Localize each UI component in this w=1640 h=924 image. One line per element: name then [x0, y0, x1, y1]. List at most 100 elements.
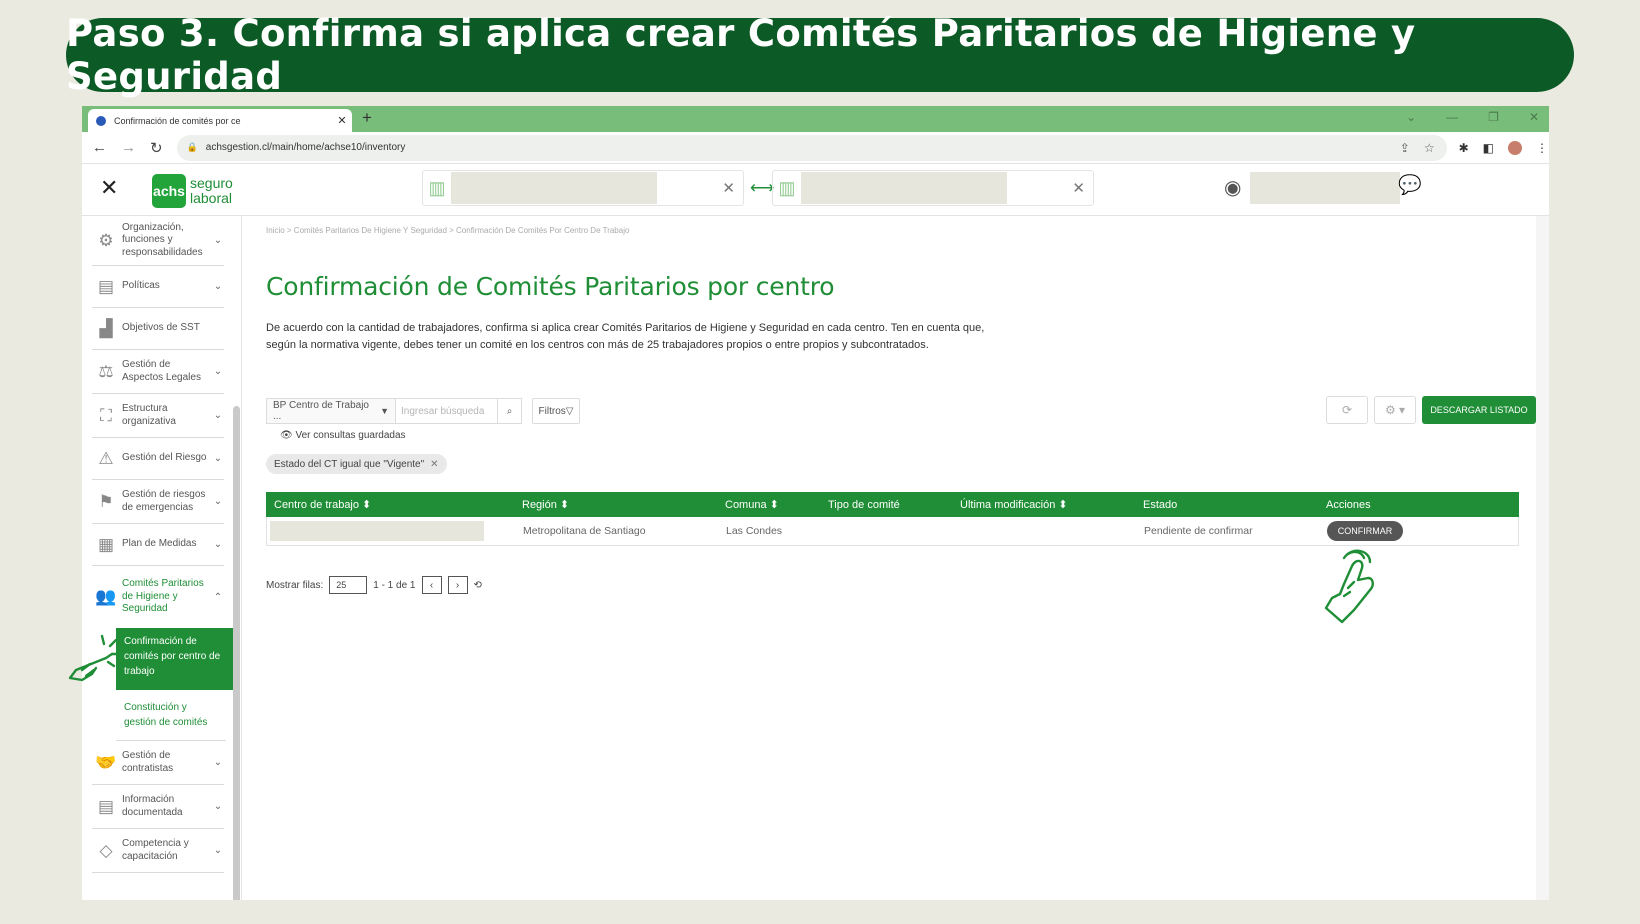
reset-icon[interactable]: ⟲	[474, 580, 482, 591]
workcenter-selector[interactable]: ▥ ✕	[772, 170, 1094, 206]
sidebar-item-plan-medidas[interactable]: ▦ Plan de Medidas ⌄	[92, 524, 224, 566]
user-icon[interactable]: ◉	[1224, 175, 1241, 200]
sidebar: ⚙ Organización, funciones y responsabili…	[82, 216, 242, 900]
logo-line1: seguro	[190, 175, 233, 191]
search-icon[interactable]: ⌕	[498, 398, 522, 424]
tab-title: Confirmación de comités por ce	[114, 115, 241, 126]
sidebar-subitem-confirmacion[interactable]: Confirmación de comités por centro de tr…	[116, 628, 236, 690]
company-value-redacted	[451, 172, 657, 204]
scale-icon: ⚖	[98, 361, 114, 381]
sidebar-item-politicas[interactable]: ▤ Políticas ⌄	[92, 266, 224, 308]
menu-kebab-icon[interactable]: ⋮	[1536, 141, 1548, 155]
url-field[interactable]: 🔒 achsgestion.cl/main/home/achse10/inven…	[176, 134, 1447, 161]
share-icon[interactable]: ⇪	[1400, 141, 1410, 155]
saved-queries-label: Ver consultas guardadas	[295, 430, 406, 441]
sidepanel-icon[interactable]: ◧	[1483, 141, 1494, 155]
browser-tab[interactable]: Confirmación de comités por ce ✕	[88, 109, 352, 132]
bookmark-star-icon[interactable]: ☆	[1424, 141, 1435, 155]
logo-badge: achs	[152, 174, 186, 208]
achs-logo[interactable]: achs seguro laboral	[152, 174, 233, 208]
sidebar-item-label: Políticas	[122, 280, 160, 292]
sidebar-item-estructura[interactable]: ⛶ Estructura organizativa ⌄	[92, 394, 224, 438]
back-icon[interactable]: ←	[92, 139, 107, 157]
field-select[interactable]: BP Centro de Trabajo ... ▼	[266, 398, 396, 424]
sidebar-subitem-constitucion[interactable]: Constitución y gestión de comités	[116, 690, 226, 741]
clear-workcenter-icon[interactable]: ✕	[1072, 179, 1085, 197]
sidebar-item-emergencias[interactable]: ⚑ Gestión de riesgos de emergencias ⌄	[92, 480, 224, 524]
field-select-value: BP Centro de Trabajo ...	[273, 400, 369, 422]
refresh-icon: ⟳	[1341, 403, 1353, 417]
col-centro[interactable]: Centro de trabajo ⬍	[274, 492, 371, 517]
rows-per-page-input[interactable]: 25	[329, 576, 368, 594]
browser-window: Confirmación de comités por ce ✕ + ⌄ — ❐…	[82, 106, 1549, 900]
sidebar-item-label: Plan de Medidas	[122, 538, 197, 550]
sidebar-item-label: Competencia y capacitación	[122, 838, 189, 862]
filters-button[interactable]: Filtros ▽	[532, 398, 580, 424]
refresh-button[interactable]: ⟳	[1326, 396, 1368, 424]
sidebar-item-organizacion[interactable]: ⚙ Organización, funciones y responsabili…	[92, 216, 224, 266]
col-ultima[interactable]: Última modificación ⬍	[960, 492, 1068, 517]
close-window-icon[interactable]: ✕	[1529, 110, 1539, 124]
table-actions: ⟳ ⚙ ▾ DESCARGAR LISTADO	[1326, 396, 1536, 424]
forward-icon[interactable]: →	[121, 139, 136, 157]
settings-dropdown[interactable]: ⚙ ▾	[1374, 396, 1416, 424]
close-tab-icon[interactable]: ✕	[332, 114, 352, 127]
chevron-down-icon: ⌄	[213, 235, 223, 246]
cell-region: Metropolitana de Santiago	[523, 525, 646, 537]
sidebar-item-objetivos[interactable]: ▟ Objetivos de SST	[92, 308, 224, 350]
table-header: Centro de trabajo ⬍ Región ⬍ Comuna ⬍ Ti…	[266, 492, 1519, 517]
filter-chip-label: Estado del CT igual que "Vigente"	[274, 458, 425, 470]
prev-page-button[interactable]: ‹	[421, 576, 442, 594]
company-selector[interactable]: ▥ ✕	[422, 170, 744, 206]
restore-icon[interactable]: ❐	[1488, 110, 1499, 124]
sidebar-item-competencia[interactable]: ◇ Competencia y capacitación ⌄	[92, 829, 224, 873]
sidebar-item-contratistas[interactable]: 🤝 Gestión de contratistas ⌄	[92, 741, 224, 785]
clear-company-icon[interactable]: ✕	[722, 179, 735, 197]
swap-icon[interactable]: ⟷	[750, 178, 774, 198]
page-description: De acuerdo con la cantidad de trabajador…	[266, 322, 985, 351]
structure-icon: ⛶	[100, 405, 112, 425]
col-comuna[interactable]: Comuna ⬍	[725, 492, 779, 517]
building-icon: ▥	[778, 177, 796, 198]
extensions-icon[interactable]: ✱	[1459, 141, 1469, 155]
close-menu-icon[interactable]: ✕	[100, 175, 118, 201]
sidebar-item-aspectos-legales[interactable]: ⚖ Gestión de Aspectos Legales ⌄	[92, 350, 224, 394]
warning-icon: ⚠	[98, 448, 114, 468]
confirm-button[interactable]: CONFIRMAR	[1327, 521, 1403, 541]
sidebar-item-label: Gestión del Riesgo	[122, 452, 207, 464]
chart-icon: ▟	[99, 318, 113, 338]
sidebar-item-riesgo[interactable]: ⚠ Gestión del Riesgo ⌄	[92, 438, 224, 480]
sidebar-item-comites[interactable]: 👥 Comités Paritarios de Higiene y Seguri…	[92, 566, 224, 628]
banner-title: Paso 3. Confirma si aplica crear Comités…	[66, 12, 1574, 98]
lock-icon: 🔒	[186, 142, 198, 152]
sidebar-item-informacion[interactable]: ▤ Información documentada ⌄	[92, 785, 224, 829]
profile-avatar[interactable]	[1507, 140, 1522, 155]
tab-bar: Confirmación de comités por ce ✕ + ⌄ — ❐…	[82, 106, 1549, 132]
building-icon: ▥	[428, 177, 446, 198]
chevron-down-icon: ⌄	[213, 453, 223, 464]
pointing-hand-left-icon	[68, 634, 122, 682]
tab-search-icon[interactable]: ⌄	[1406, 110, 1416, 124]
funnel-icon: ▽	[565, 405, 574, 417]
logo-line2: laboral	[190, 190, 233, 206]
caret-down-icon: ▼	[380, 406, 389, 416]
chevron-down-icon: ⌄	[213, 539, 223, 550]
page-scrollbar[interactable]	[1536, 216, 1549, 900]
sidebar-scrollbar[interactable]	[233, 406, 240, 900]
saved-queries-link[interactable]: 👁 Ver consultas guardadas	[280, 430, 406, 441]
new-tab-button[interactable]: +	[362, 108, 372, 128]
search-input[interactable]: Ingresar búsqueda	[396, 398, 498, 424]
col-tipo: Tipo de comité	[828, 498, 900, 511]
sidebar-item-label: Gestión de contratistas	[122, 750, 174, 774]
download-list-button[interactable]: DESCARGAR LISTADO	[1422, 396, 1536, 424]
reload-icon[interactable]: ↻	[150, 139, 163, 157]
next-page-button[interactable]: ›	[447, 576, 468, 594]
col-region[interactable]: Región ⬍	[522, 492, 569, 517]
people-icon: 👥	[95, 587, 117, 606]
minimize-icon[interactable]: —	[1446, 110, 1458, 124]
document-icon: ▤	[97, 796, 115, 816]
document-icon: ▤	[97, 276, 115, 296]
help-chat-icon[interactable]: 💬	[1398, 173, 1422, 197]
remove-chip-icon[interactable]: ✕	[430, 459, 438, 470]
chevron-down-icon: ⌄	[213, 366, 223, 377]
